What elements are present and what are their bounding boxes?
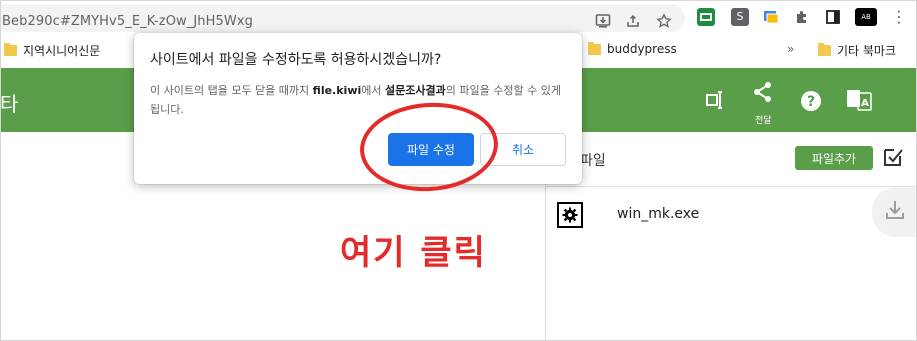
gear-icon xyxy=(557,202,583,228)
other-bookmarks-label: 기타 북마크 xyxy=(837,44,897,58)
address-bar[interactable]: Beb290c#ZMYHv5_E_K-zOw_JhH5Wxg xyxy=(0,4,685,32)
install-icon[interactable] xyxy=(594,13,612,31)
bookmark-item[interactable]: 지역시니어신문 xyxy=(4,42,100,59)
bookmarks-overflow-button[interactable]: » xyxy=(787,42,794,56)
header-title-fragment: 타 xyxy=(0,92,19,116)
dialog-body-text: 에서 xyxy=(361,84,386,97)
file-name[interactable]: win_mk.exe xyxy=(617,206,699,222)
gallery-ext-icon[interactable] xyxy=(762,8,780,26)
share-nodes-icon[interactable] xyxy=(751,80,775,110)
browser-toolbar: Beb290c#ZMYHv5_E_K-zOw_JhH5Wxg S AB ⋮ xyxy=(0,0,917,34)
dialog-body: 이 사이트의 탭을 모두 닫을 때까지 file.kiwi에서 설문조사결과의 … xyxy=(150,81,566,119)
s-ext-icon[interactable]: S xyxy=(731,8,749,26)
help-icon[interactable]: ? xyxy=(800,90,822,118)
download-icon xyxy=(883,198,907,226)
download-button[interactable] xyxy=(872,187,917,237)
url-text[interactable]: Beb290c#ZMYHv5_E_K-zOw_JhH5Wxg xyxy=(2,14,253,29)
add-file-button[interactable]: 파일추가 xyxy=(795,146,873,170)
text-cursor-icon[interactable] xyxy=(703,88,727,118)
dialog-title: 사이트에서 파일을 수정하도록 허용하시겠습니까? xyxy=(150,52,442,68)
star-icon[interactable] xyxy=(655,13,673,31)
share-icon[interactable] xyxy=(624,13,642,31)
svg-text:?: ? xyxy=(807,94,815,110)
folder-icon xyxy=(588,41,601,55)
dialog-file-name: 설문조사결과 xyxy=(385,84,446,97)
cancel-button[interactable]: 취소 xyxy=(480,133,566,166)
sidepanel-icon[interactable] xyxy=(824,8,842,26)
bookmark-item[interactable]: buddypress xyxy=(588,41,677,56)
folder-icon xyxy=(818,43,831,56)
edit-file-button[interactable]: 파일 수정 xyxy=(388,133,474,166)
click-here-annotation: 여기 클릭 xyxy=(340,233,487,273)
menu-kebab-icon[interactable]: ⋮ xyxy=(890,8,908,26)
profile-ext-icon[interactable]: AB xyxy=(855,8,877,26)
dialog-site-name: file.kiwi xyxy=(312,84,362,97)
folder-icon xyxy=(4,43,17,56)
puzzle-icon[interactable] xyxy=(793,8,811,26)
bookmark-label: buddypress xyxy=(607,42,677,56)
file-permission-dialog: 사이트에서 파일을 수정하도록 허용하시겠습니까? 이 사이트의 탭을 모두 닫… xyxy=(134,33,582,184)
translate-icon[interactable]: A xyxy=(846,88,872,118)
edit-checkbox-icon[interactable] xyxy=(882,146,904,168)
bookmark-label: 지역시니어신문 xyxy=(23,44,101,58)
file-panel-title: 파일 xyxy=(580,153,606,169)
svg-text:A: A xyxy=(861,98,869,109)
panel-header-divider xyxy=(546,186,917,187)
share-label: 전달 xyxy=(755,116,772,126)
other-bookmarks[interactable]: 기타 북마크 xyxy=(818,42,896,59)
dialog-body-text: 이 사이트의 탭을 모두 닫을 때까지 xyxy=(150,84,313,97)
screen-ext-icon[interactable] xyxy=(697,8,715,26)
